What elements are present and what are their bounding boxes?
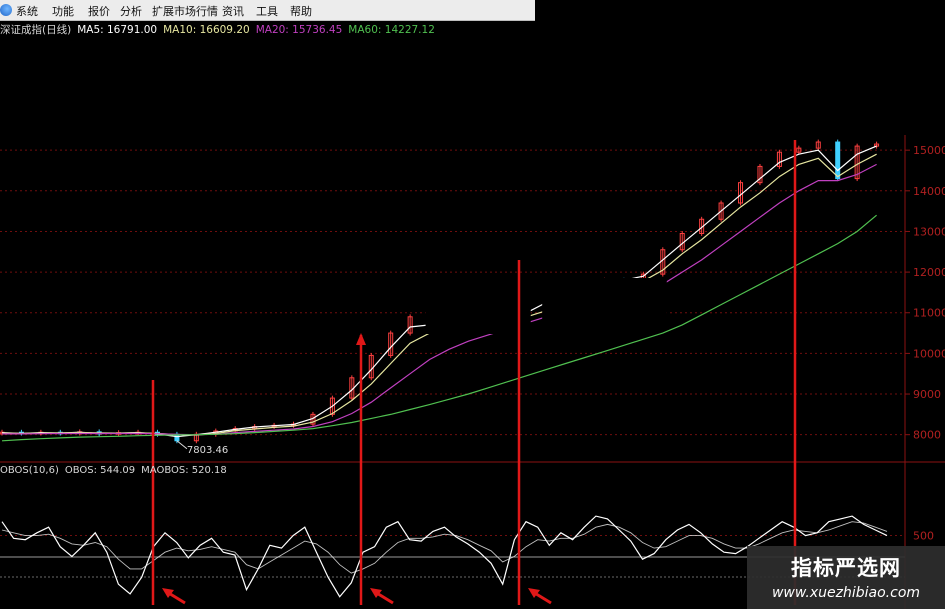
price-tick-label: 11000 — [913, 307, 945, 320]
low-annotation-leader — [176, 440, 188, 450]
price-chart[interactable]: 15000 14000 13000 12000 11000 10000 9000 8000 50… — [0, 0, 945, 609]
watermark-title: 指标严选网 — [791, 556, 901, 580]
price-tick-label: 8000 — [913, 429, 941, 442]
maobos-value: MAOBOS: 520.18 — [141, 465, 227, 476]
price-tick-label: 14000 — [913, 185, 945, 198]
obos-value: OBOS: 544.09 — [64, 465, 136, 476]
obos-tick-label: 500 — [913, 530, 934, 543]
low-annotation-label: 7803.46 — [187, 445, 228, 456]
price-tick-label: 12000 — [913, 266, 945, 279]
obos-legend: OBOS(10,6) OBOS: 544.09 MAOBOS: 520.18 — [0, 465, 233, 478]
watermark: 指标严选网 www.xuezhibiao.com — [747, 546, 945, 609]
obscured-region — [542, 278, 667, 330]
candle-body — [835, 141, 841, 180]
obscured-region — [425, 282, 531, 334]
obos-indicator-name: OBOS(10,6) — [0, 465, 59, 476]
price-tick-label: 15000 — [913, 144, 945, 157]
watermark-url: www.xuezhibiao.com — [771, 585, 921, 601]
signal-arrow-head — [356, 333, 366, 345]
price-tick-label: 10000 — [913, 347, 945, 360]
price-tick-label: 9000 — [913, 388, 941, 401]
price-tick-label: 13000 — [913, 225, 945, 238]
